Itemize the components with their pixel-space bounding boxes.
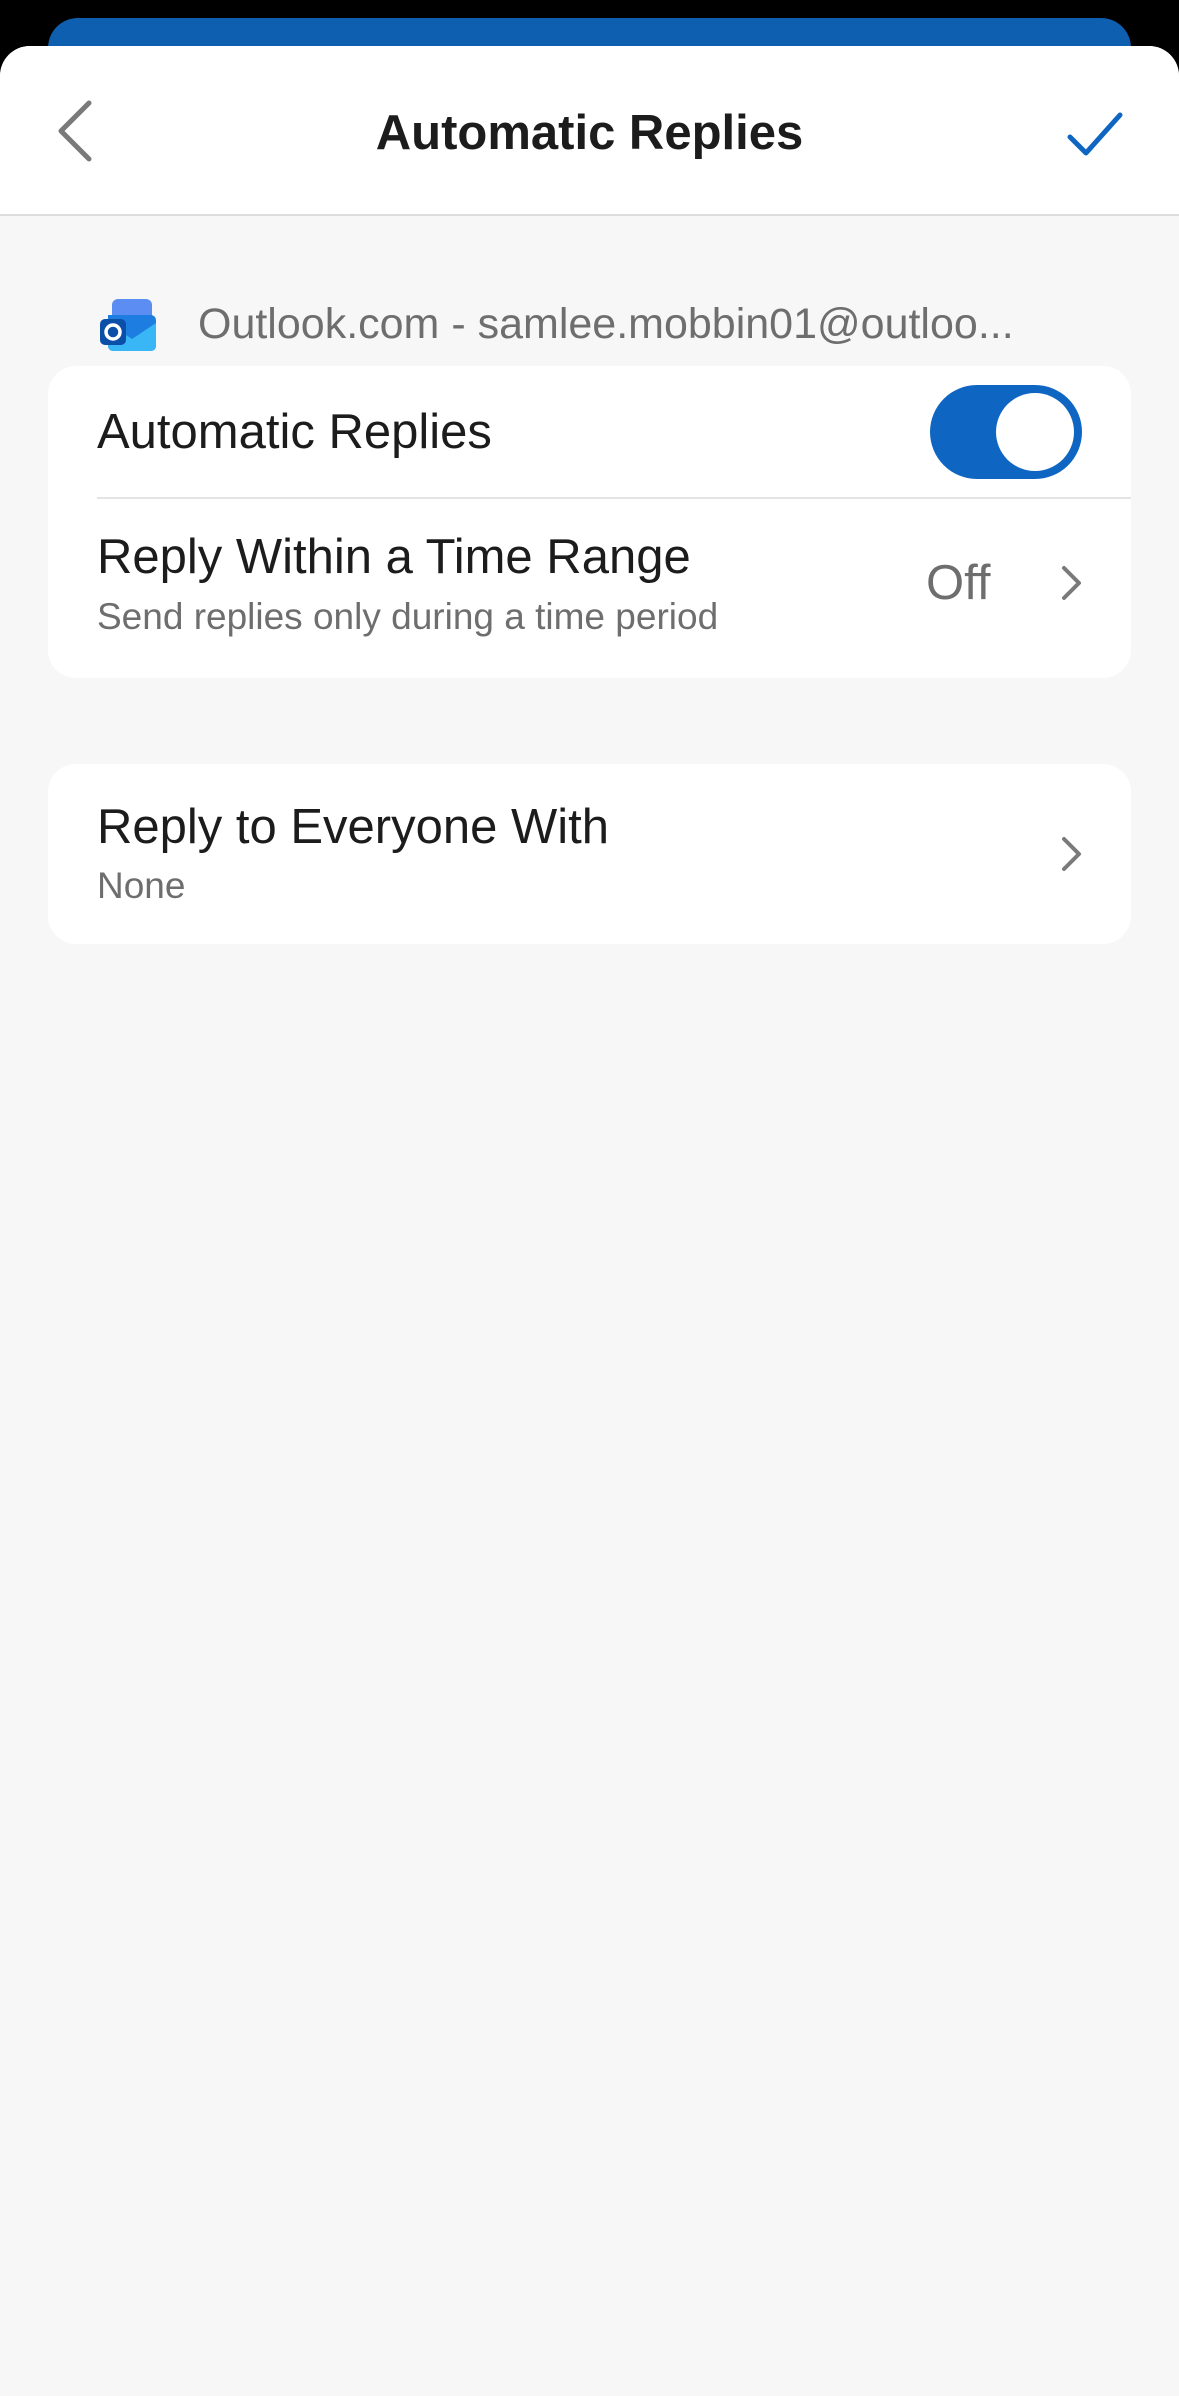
done-button[interactable]: [1055, 94, 1135, 174]
back-button[interactable]: [40, 91, 110, 171]
time-range-subtitle: Send replies only during a time period: [97, 596, 719, 637]
reply-everyone-row[interactable]: Reply to Everyone With None: [48, 764, 1131, 944]
chevron-left-icon: [58, 100, 92, 162]
checkmark-icon: [1067, 112, 1123, 156]
automatic-replies-toggle[interactable]: [930, 385, 1082, 479]
account-label: Outlook.com - samlee.mobbin01@outloo...: [198, 299, 1014, 348]
reply-everyone-value: None: [97, 865, 186, 906]
outlook-logo-icon: [100, 299, 156, 351]
time-range-title: Reply Within a Time Range: [97, 530, 691, 584]
reply-everyone-card: Reply to Everyone With None: [48, 764, 1131, 944]
automatic-replies-label: Automatic Replies: [97, 405, 492, 459]
automatic-replies-row[interactable]: Automatic Replies: [48, 366, 1131, 498]
automatic-replies-sheet: Automatic Replies Outlook.com - samlee.m…: [0, 46, 1179, 2396]
time-range-row[interactable]: Reply Within a Time Range Send replies o…: [48, 499, 1131, 678]
toggle-knob: [996, 393, 1074, 471]
navigation-bar: Automatic Replies: [0, 46, 1179, 216]
page-title: Automatic Replies: [375, 106, 804, 160]
reply-everyone-title: Reply to Everyone With: [97, 800, 609, 854]
account-header: Outlook.com - samlee.mobbin01@outloo...: [98, 290, 1098, 358]
chevron-right-icon: [1062, 566, 1081, 600]
chevron-right-icon: [1062, 837, 1081, 871]
automatic-replies-card: Automatic Replies Reply Within a Time Ra…: [48, 366, 1131, 678]
time-range-value: Off: [926, 556, 991, 610]
